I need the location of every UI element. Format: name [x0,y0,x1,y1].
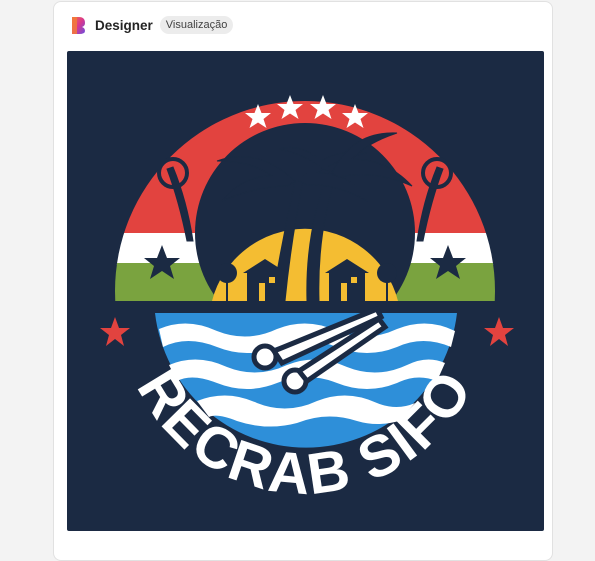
designer-logo-icon [68,15,88,35]
card-header: Designer Visualização [68,14,234,36]
recrab-sifo-logo: RECRAB SIFO [100,95,514,507]
generated-image[interactable]: RECRAB SIFO [67,51,544,531]
preview-badge: Visualização [159,16,234,34]
designer-card: Designer Visualização RECRAB SIFO [53,1,553,561]
app-name: Designer [95,17,153,33]
